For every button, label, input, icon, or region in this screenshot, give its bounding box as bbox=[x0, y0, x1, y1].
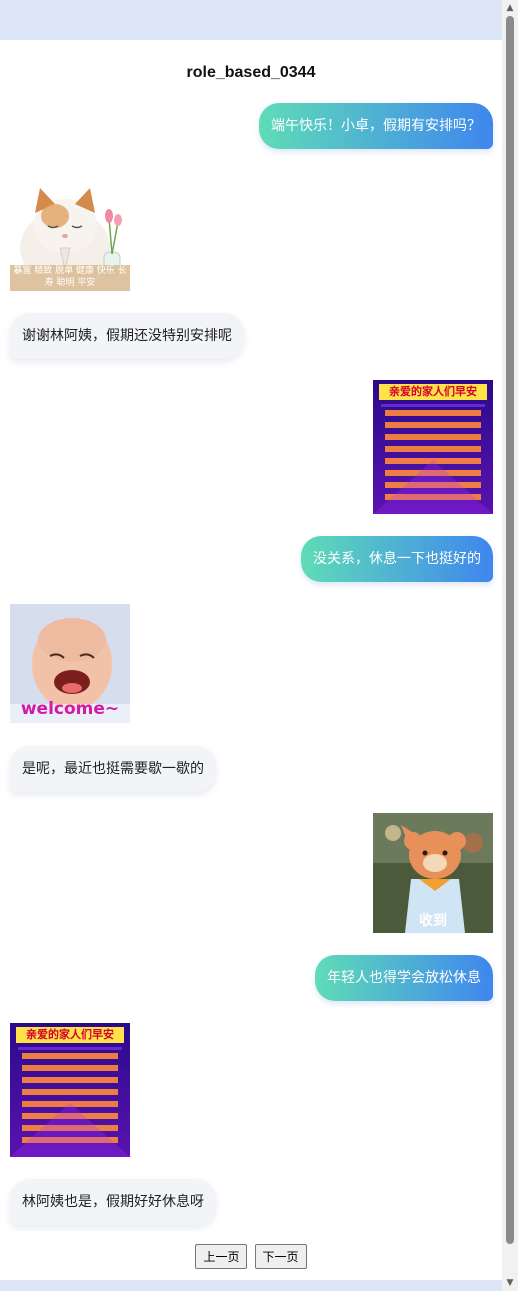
sticker-caption: 收到 bbox=[419, 913, 447, 929]
message-bubble-outgoing: 端午快乐！小卓，假期有安排吗？ bbox=[259, 103, 493, 149]
scrollbar[interactable]: ▲ ▼ bbox=[502, 0, 518, 1291]
page-title: role_based_0344 bbox=[186, 64, 316, 81]
sticker-caption: 亲爱的家人们早安 bbox=[389, 385, 477, 398]
message-bubble-outgoing: 没关系，休息一下也挺好的 bbox=[301, 536, 493, 582]
message-bubble-incoming: 谢谢林阿姨，假期还没特别安排呢 bbox=[10, 313, 244, 359]
message-bubble-outgoing: 年轻人也得学会放松休息 bbox=[315, 955, 493, 1001]
message-bubble-incoming: 林阿姨也是，假期好好休息呀 bbox=[10, 1179, 216, 1225]
sticker-caption: welcome~ bbox=[20, 699, 120, 719]
scroll-up-arrow-icon[interactable]: ▲ bbox=[502, 0, 518, 16]
chat-panel: role_based_0344 端午快乐！小卓，假期有安排吗？ 暴富 精致 脱单… bbox=[0, 40, 502, 1280]
scroll-down-arrow-icon[interactable]: ▼ bbox=[502, 1275, 518, 1291]
sticker-caption: 亲爱的家人们早安 bbox=[26, 1028, 114, 1041]
message-bubble-incoming: 是呢，最近也挺需要歇一歇的 bbox=[10, 746, 216, 792]
scrollbar-thumb[interactable] bbox=[506, 16, 514, 1244]
next-page-button[interactable]: 下一页 bbox=[254, 1244, 307, 1269]
sticker-good-morning-card bbox=[373, 380, 493, 514]
pagination: 上一页 下一页 bbox=[0, 1244, 502, 1269]
prev-page-button[interactable]: 上一页 bbox=[195, 1244, 248, 1269]
sticker-caption: 暴富 精致 脱单 健康 快乐 长寿 聪明 平安 bbox=[13, 266, 127, 288]
sticker-good-morning-card bbox=[10, 1023, 130, 1157]
